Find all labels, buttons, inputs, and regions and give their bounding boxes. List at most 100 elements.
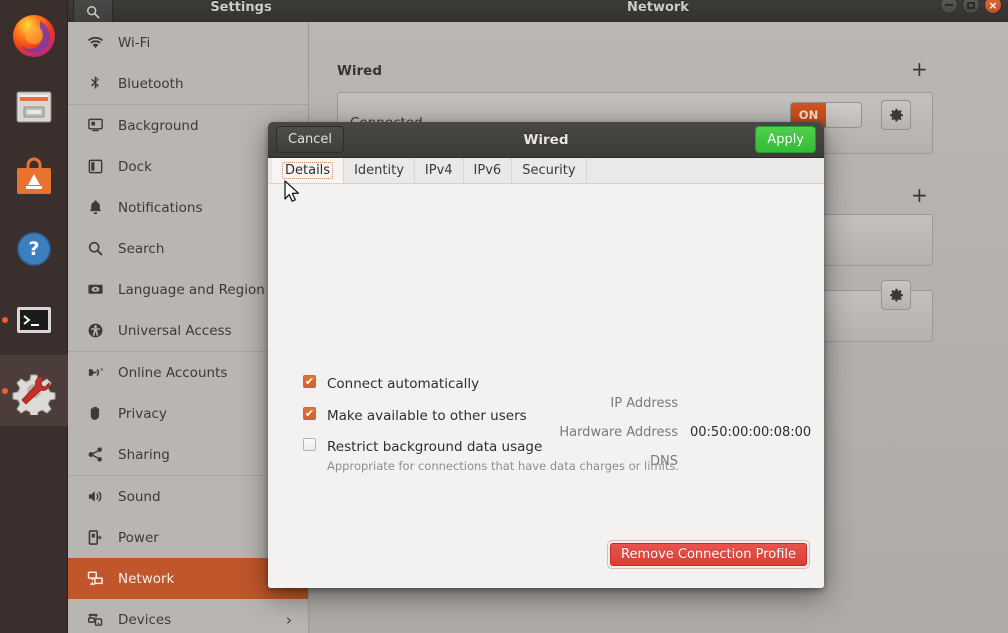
running-indicator bbox=[2, 316, 8, 323]
tab-security[interactable]: Security bbox=[512, 158, 587, 183]
sidebar-item-label: Power bbox=[118, 529, 159, 546]
add-second-button[interactable]: + bbox=[911, 185, 928, 205]
dialog-tabbar: Details Identity IPv4 IPv6 Security bbox=[268, 158, 824, 184]
remove-connection-profile-button[interactable]: Remove Connection Profile bbox=[610, 543, 807, 566]
sidebar-item-label: Privacy bbox=[118, 405, 167, 422]
remove-connection-profile-highlight: Remove Connection Profile bbox=[607, 540, 810, 569]
language-icon bbox=[86, 281, 104, 299]
sidebar-item-label: Search bbox=[118, 240, 165, 257]
network-icon bbox=[86, 570, 104, 588]
hardware-address-value: 00:50:00:00:08:00 bbox=[690, 425, 812, 440]
tab-identity[interactable]: Identity bbox=[344, 158, 415, 183]
background-icon bbox=[86, 117, 104, 135]
checkbox-connect-automatically[interactable]: ✔ Connect automatically bbox=[303, 373, 479, 392]
sidebar-item-label: Sound bbox=[118, 488, 161, 505]
gear-icon bbox=[889, 288, 903, 301]
wired-section-title: Wired bbox=[337, 63, 382, 79]
maximize-button[interactable] bbox=[962, 0, 980, 14]
ip-address-label: IP Address bbox=[610, 396, 678, 411]
sidebar-item-bluetooth[interactable]: Bluetooth bbox=[68, 63, 308, 104]
sidebar-item-label: Bluetooth bbox=[118, 75, 184, 92]
hardware-address-value-row: 00:50:00:00:08:00 bbox=[690, 425, 811, 440]
online-accounts-icon: s bbox=[86, 364, 104, 382]
dialog-body: IP Address Hardware Address DNS 00:50:00… bbox=[268, 184, 824, 588]
window-titlebar: Settings Network × bbox=[68, 0, 1008, 27]
tab-ipv4[interactable]: IPv4 bbox=[415, 158, 464, 183]
power-icon bbox=[86, 529, 104, 547]
add-wired-button[interactable]: + bbox=[911, 59, 928, 79]
screen: ? Settings Network × Wi-Fi Bluetooth Bac… bbox=[0, 0, 1008, 633]
sidebar-item-label: Background bbox=[118, 117, 199, 134]
sidebar-item-label: Notifications bbox=[118, 199, 203, 216]
checkbox-box: ✔ bbox=[303, 407, 316, 420]
bell-icon bbox=[86, 199, 104, 217]
search-icon bbox=[87, 6, 100, 19]
chevron-right-icon: › bbox=[286, 610, 292, 629]
tab-label: Details bbox=[282, 162, 334, 179]
window-controls: × bbox=[940, 0, 1002, 14]
checkbox-sublabel: Appropriate for connections that have da… bbox=[327, 459, 679, 473]
apply-button[interactable]: Apply bbox=[755, 126, 816, 153]
ubuntu-software-icon bbox=[17, 157, 51, 194]
bluetooth-icon bbox=[86, 75, 104, 93]
sidebar-item-label: Devices bbox=[118, 611, 172, 628]
dock-item-terminal[interactable] bbox=[0, 284, 68, 355]
checkbox-box bbox=[303, 438, 316, 451]
second-settings-button[interactable] bbox=[881, 280, 911, 310]
wifi-icon bbox=[86, 34, 104, 52]
cancel-button[interactable]: Cancel bbox=[276, 126, 345, 153]
tab-label: IPv4 bbox=[424, 163, 453, 178]
close-button[interactable]: × bbox=[984, 0, 1002, 14]
sidebar-item-label: Universal Access bbox=[118, 322, 232, 339]
firefox-icon bbox=[13, 14, 55, 57]
checkbox-make-available[interactable]: ✔ Make available to other users bbox=[303, 405, 527, 424]
search-icon bbox=[86, 240, 104, 258]
svg-text:s: s bbox=[100, 367, 103, 373]
tab-ipv6[interactable]: IPv6 bbox=[464, 158, 513, 183]
dock-item-settings[interactable] bbox=[0, 355, 68, 426]
checkbox-box: ✔ bbox=[303, 375, 316, 388]
sidebar-item-label: Online Accounts bbox=[118, 364, 228, 381]
checkbox-restrict-background[interactable]: Restrict background data usage Appropria… bbox=[303, 436, 679, 474]
ubuntu-launcher-dock: ? bbox=[0, 0, 68, 633]
dialog-title: Wired bbox=[523, 131, 569, 148]
sidebar-item-label: Sharing bbox=[118, 446, 170, 463]
wired-settings-button[interactable] bbox=[881, 100, 911, 130]
dock-icon bbox=[86, 158, 104, 176]
checkbox-label: Connect automatically bbox=[327, 376, 480, 392]
tab-label: Identity bbox=[354, 163, 404, 178]
privacy-hand-icon bbox=[86, 405, 104, 423]
mouse-cursor bbox=[284, 180, 300, 202]
tab-label: IPv6 bbox=[473, 163, 502, 178]
tab-label: Security bbox=[522, 163, 576, 178]
panel-title: Network bbox=[627, 0, 689, 15]
dock-item-help[interactable]: ? bbox=[0, 213, 68, 284]
devices-icon bbox=[86, 611, 104, 629]
settings-gear-wrench-icon bbox=[12, 374, 56, 415]
files-icon bbox=[16, 91, 52, 122]
checkbox-label: Restrict background data usage bbox=[327, 439, 543, 455]
sidebar-item-label: Language and Region bbox=[118, 281, 265, 298]
dock-item-files[interactable] bbox=[0, 71, 68, 142]
running-indicator bbox=[2, 387, 8, 394]
terminal-icon bbox=[17, 306, 51, 333]
minimize-button[interactable] bbox=[940, 0, 958, 14]
svg-text:?: ? bbox=[28, 238, 39, 260]
toggle-knob bbox=[826, 103, 861, 127]
sidebar-item-devices[interactable]: Devices › bbox=[68, 599, 308, 633]
sidebar-item-wi-fi[interactable]: Wi-Fi bbox=[68, 22, 308, 63]
sound-icon bbox=[86, 488, 104, 506]
sidebar-item-label: Network bbox=[118, 570, 175, 587]
dialog-header: Cancel Wired Apply bbox=[268, 122, 824, 158]
sidebar-item-label: Wi-Fi bbox=[118, 34, 151, 51]
dock-item-software[interactable] bbox=[0, 142, 68, 213]
dock-item-firefox[interactable] bbox=[0, 0, 68, 71]
accessibility-icon bbox=[86, 322, 104, 340]
sharing-icon bbox=[86, 446, 104, 464]
sidebar-item-label: Dock bbox=[118, 158, 152, 175]
sidebar-title: Settings bbox=[210, 0, 272, 15]
gear-icon bbox=[889, 108, 903, 121]
wired-connection-dialog: Cancel Wired Apply Details Identity IPv4 IP… bbox=[268, 122, 824, 588]
checkbox-label: Make available to other users bbox=[327, 408, 527, 424]
help-icon: ? bbox=[17, 231, 51, 266]
